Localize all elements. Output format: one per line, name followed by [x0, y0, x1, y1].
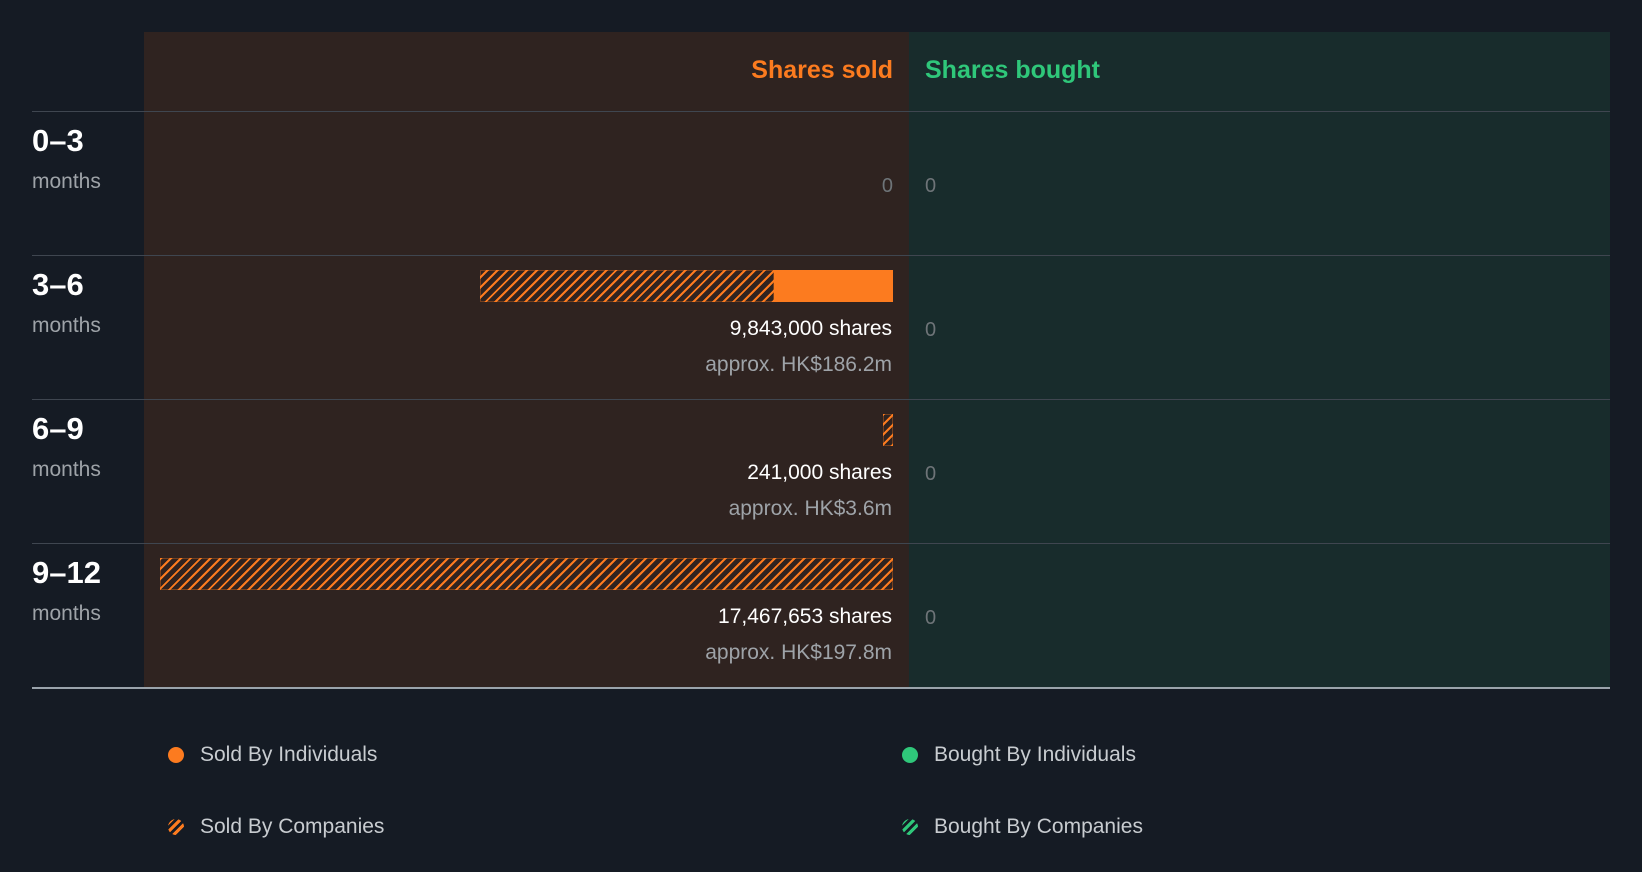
bought-zero-label: 0 — [925, 607, 937, 629]
bought-zero-label: 0 — [925, 319, 937, 341]
row-divider — [32, 399, 1610, 400]
legend-label: Bought By Companies — [934, 815, 1143, 838]
period-range: 0–3 — [32, 123, 84, 158]
period-row: 6–9 months 241,000 shares approx. HK$3.6m 0 — [0, 399, 1642, 543]
legend-dot-icon — [902, 747, 918, 763]
sold-shares-label: 9,843,000 shares — [729, 317, 892, 340]
period-unit: months — [32, 314, 101, 337]
sold-shares-label: 241,000 shares — [747, 461, 892, 484]
period-unit: months — [32, 458, 101, 481]
period-range: 3–6 — [32, 267, 84, 302]
shares-bought-header: Shares bought — [925, 56, 1101, 84]
period-range: 9–12 — [32, 555, 101, 590]
legend-dot-icon — [168, 747, 184, 763]
legend-hatched-dot-icon — [902, 819, 918, 835]
period-range: 6–9 — [32, 411, 84, 446]
bought-zero-label: 0 — [925, 175, 937, 197]
row-divider — [32, 255, 1610, 256]
legend-label: Bought By Individuals — [934, 743, 1136, 766]
shares-sold-header: Shares sold — [751, 56, 893, 84]
legend-label: Sold By Companies — [200, 815, 385, 838]
period-row: 0–3 months 0 0 — [0, 111, 1642, 255]
row-divider — [32, 111, 1610, 112]
chart-baseline — [32, 687, 1610, 689]
sold-companies-bar — [160, 558, 893, 590]
period-unit: months — [32, 170, 101, 193]
period-row: 9–12 months 17,467,653 shares approx. HK$19… — [0, 543, 1642, 687]
sold-companies-bar — [479, 270, 775, 302]
legend-label: Sold By Individuals — [200, 743, 378, 766]
legend-hatched-dot-icon — [168, 819, 184, 835]
period-unit: months — [32, 602, 101, 625]
period-row: 3–6 months 9,843,000 shares approx. HK$186.… — [0, 255, 1642, 399]
sold-value-label: approx. HK$186.2m — [705, 353, 892, 376]
bought-zero-label: 0 — [925, 463, 937, 485]
sold-individuals-bar — [774, 270, 893, 302]
sold-zero-label: 0 — [881, 175, 893, 197]
insider-trading-chart: Shares sold Shares bought 0–3 months 0 0 3–6… — [0, 0, 1642, 700]
sold-companies-bar — [882, 414, 893, 446]
sold-value-label: approx. HK$197.8m — [705, 641, 892, 664]
sold-value-label: approx. HK$3.6m — [728, 497, 892, 520]
sold-shares-label: 17,467,653 shares — [718, 605, 892, 628]
row-divider — [32, 543, 1610, 544]
